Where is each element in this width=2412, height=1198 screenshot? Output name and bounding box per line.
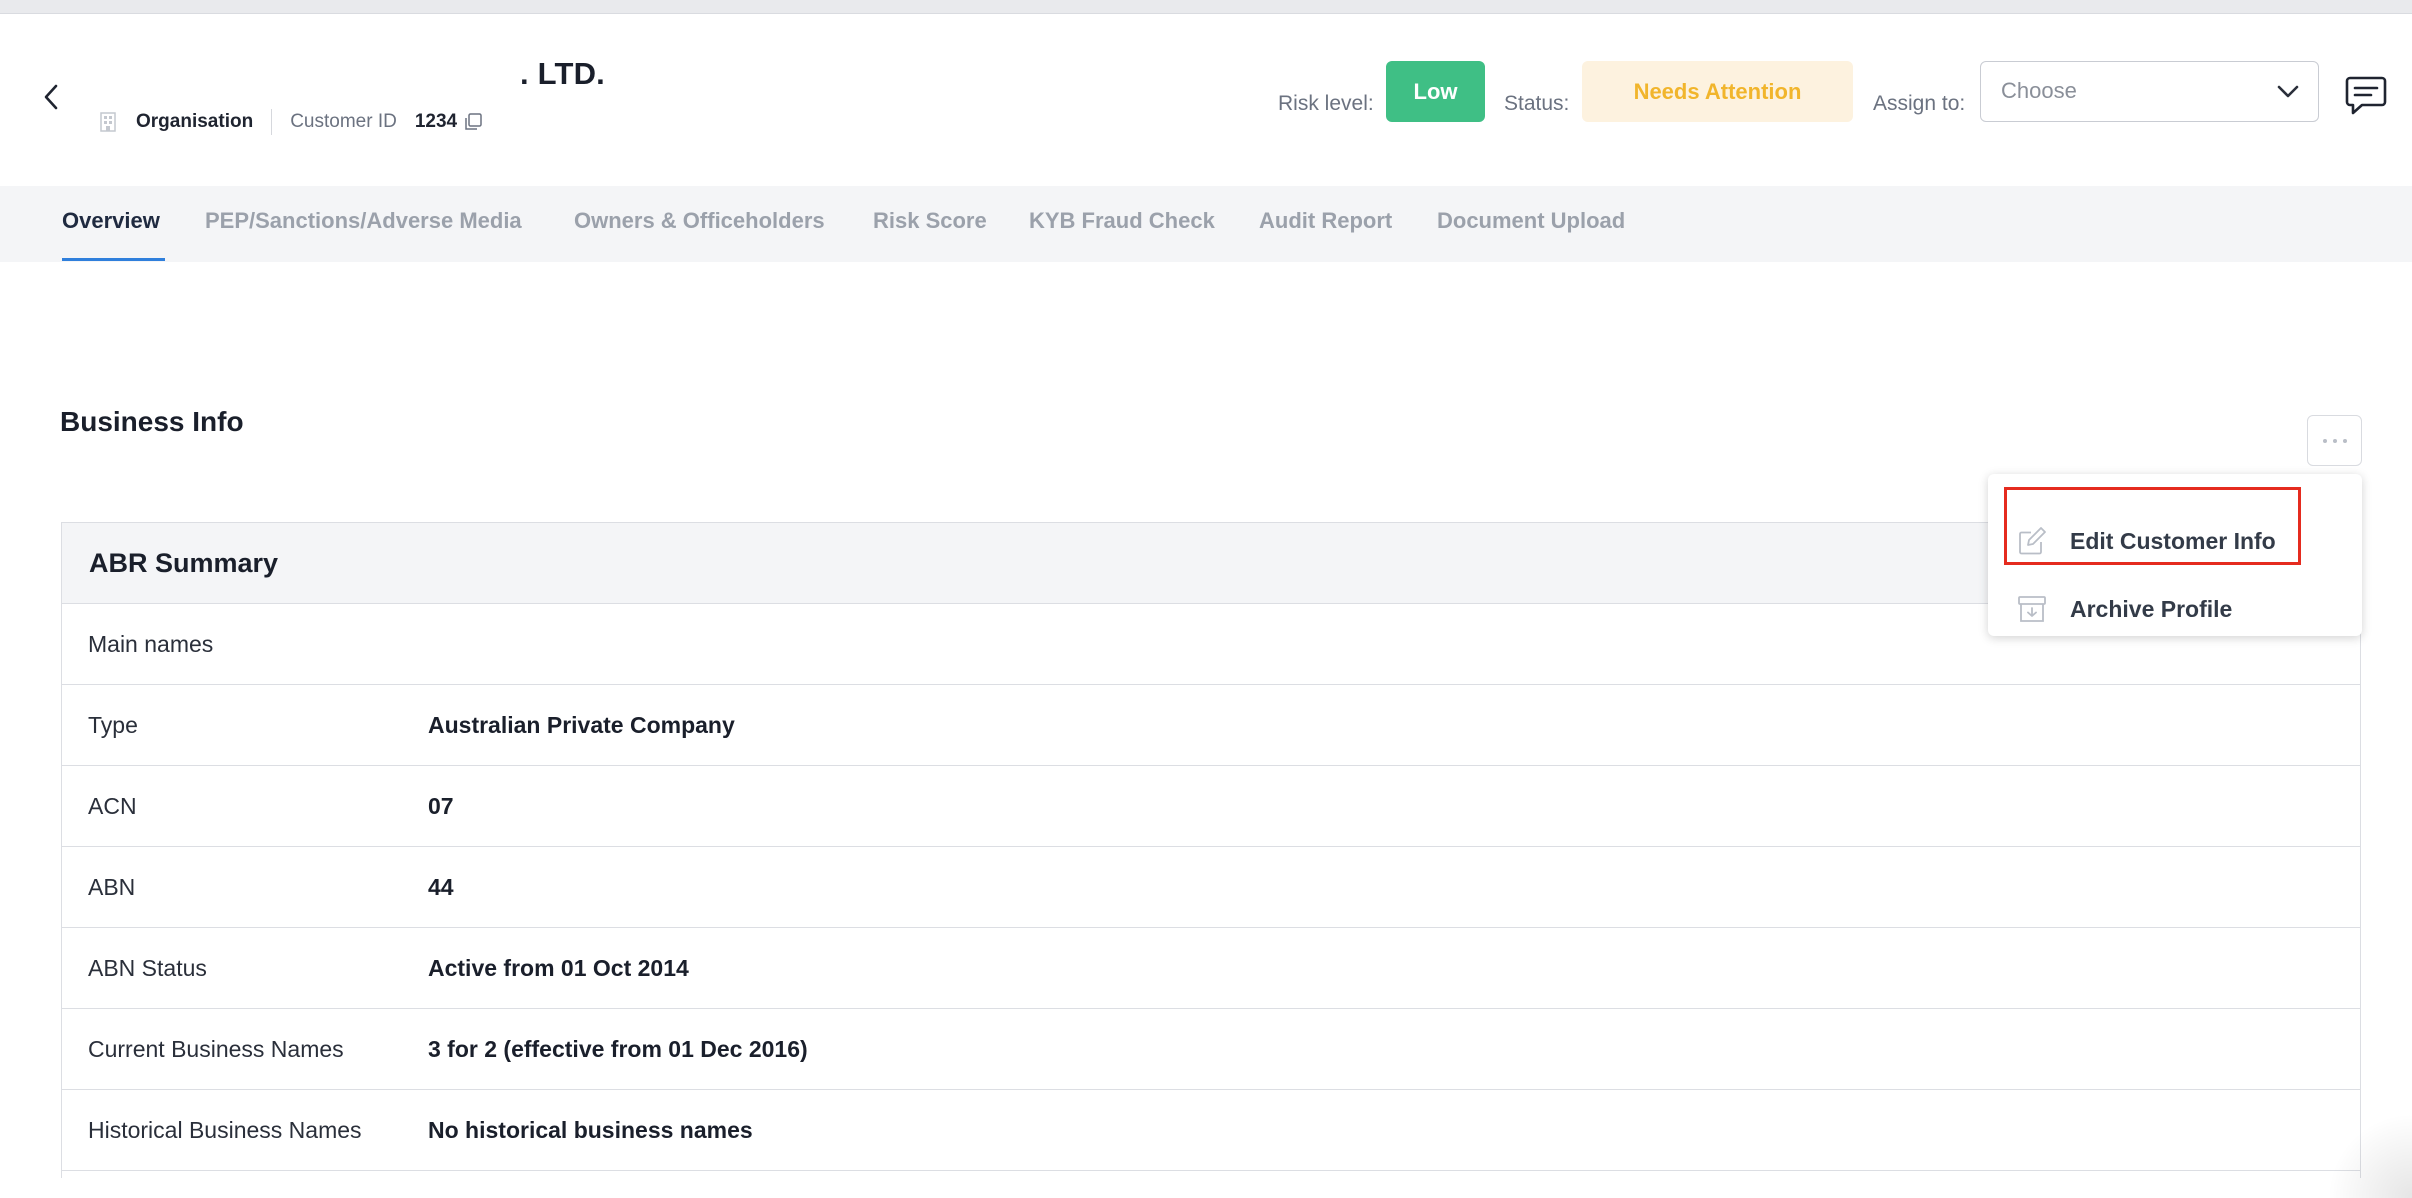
active-tab-indicator [62,258,165,261]
more-dots-icon [2322,438,2327,443]
archive-icon [2018,596,2046,622]
chevron-down-icon [2277,85,2299,98]
row-value: 07 [428,793,454,819]
row-value: 3 for 2 (effective from 01 Dec 2016) [428,1036,808,1062]
table-row: Historical Business Names No historical … [62,1090,2360,1171]
archive-profile-menu-item[interactable]: Archive Profile [2016,589,2232,629]
row-value: No historical business names [428,1117,753,1143]
assign-to-value: Choose [2001,78,2077,103]
status-label: Status: [1504,92,1570,115]
row-key: ACN [88,793,137,819]
row-value: Active from 01 Oct 2014 [428,955,689,981]
more-options-menu: Edit Customer Info Archive Profile [1988,474,2362,636]
row-key: Historical Business Names [88,1117,362,1143]
chevron-left-icon [44,84,58,110]
tab-kyb-fraud-check[interactable]: KYB Fraud Check [1029,208,1215,234]
table-row: ABN 44 [62,847,2360,928]
row-key: Type [88,712,138,738]
tab-document-upload[interactable]: Document Upload [1437,208,1625,234]
row-key: ABN Status [88,955,207,981]
assign-to-select[interactable]: Choose [1980,61,2319,122]
more-dots-icon [2332,438,2337,443]
table-row: ACN 07 [62,766,2360,847]
risk-level-badge: Low [1386,61,1485,122]
assign-to-label: Assign to: [1873,92,1966,115]
customer-id-value: 1234 [414,111,458,132]
status-badge: Needs Attention [1582,61,1853,122]
corner-shadow [2330,1110,2412,1198]
business-info-title: Business Info [60,406,244,437]
table-row: Type Australian Private Company [62,685,2360,766]
more-options-button[interactable] [2307,415,2362,466]
comments-icon[interactable] [2344,74,2388,116]
window-top-border [0,0,2412,14]
risk-level-label: Risk level: [1278,92,1374,115]
customer-meta: Organisation Customer ID 1234 [100,104,483,140]
tab-owners-officeholders[interactable]: Owners & Officeholders [574,208,825,234]
edit-customer-info-menu-item[interactable]: Edit Customer Info [2016,521,2276,561]
tab-risk-score[interactable]: Risk Score [873,208,987,234]
tab-overview[interactable]: Overview [62,208,160,234]
row-key: Main names [88,631,214,657]
divider [271,109,273,135]
row-key: Current Business Names [88,1036,344,1062]
copy-icon[interactable] [463,112,483,132]
building-icon [100,112,116,132]
row-value: Australian Private Company [428,712,735,738]
more-dots-icon [2342,438,2347,443]
entity-type: Organisation [136,111,254,132]
back-button[interactable] [36,80,66,114]
table-row: ABN Status Active from 01 Oct 2014 [62,928,2360,1009]
tab-audit-report[interactable]: Audit Report [1259,208,1392,234]
row-value: 44 [428,874,454,900]
menu-item-label: Edit Customer Info [2070,527,2276,554]
tab-bar: Overview PEP/Sanctions/Adverse Media Own… [0,186,2412,262]
menu-item-label: Archive Profile [2070,595,2233,622]
customer-id-label: Customer ID [290,111,397,132]
customer-name: . LTD. [520,56,605,91]
edit-icon [2019,527,2046,555]
customer-header: . LTD. Organisation Customer ID 1234 Ris… [0,14,2412,186]
row-key: ABN [88,874,136,900]
table-row: Current Business Names 3 for 2 (effectiv… [62,1009,2360,1090]
tab-pep-sanctions[interactable]: PEP/Sanctions/Adverse Media [205,208,522,234]
